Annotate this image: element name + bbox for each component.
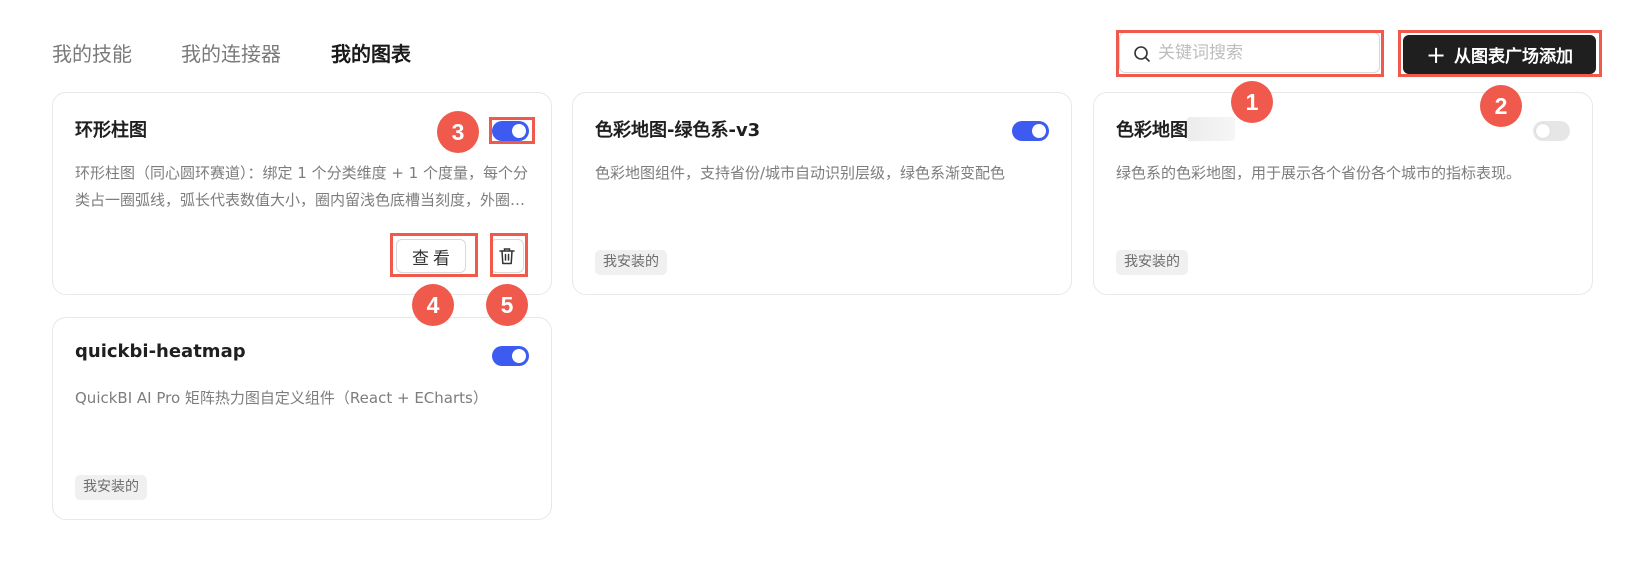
annotation-badge: 5 bbox=[486, 284, 528, 326]
toggle-knob bbox=[1032, 124, 1046, 138]
redacted-region bbox=[1187, 117, 1235, 141]
installed-tag: 我安装的 bbox=[75, 475, 147, 500]
annotation-badge: 2 bbox=[1480, 85, 1522, 127]
card-description: 环形柱图（同心圆环赛道）：绑定 1 个分类维度 + 1 个度量，每个分类占一圈弧… bbox=[75, 164, 528, 209]
plus-icon: + bbox=[1425, 40, 1447, 69]
card-title: 环形柱图 bbox=[75, 120, 147, 141]
card-description: 色彩地图组件，支持省份/城市自动识别层级，绿色系渐变配色 bbox=[595, 164, 1006, 182]
chart-card: quickbi-heatmap QuickBI AI Pro 矩阵热力图自定义组… bbox=[52, 317, 552, 520]
search-input[interactable] bbox=[1158, 33, 1368, 72]
annotation-badge: 3 bbox=[437, 111, 479, 153]
card-description: 绿色系的色彩地图，用于展示各个省份各个城市的指标表现。 bbox=[1116, 164, 1522, 182]
trash-icon bbox=[499, 248, 515, 265]
installed-tag: 我安装的 bbox=[1116, 250, 1188, 275]
card-title: quickbi-heatmap bbox=[75, 341, 246, 362]
delete-button[interactable] bbox=[490, 239, 524, 273]
card-title: 色彩地图- bbox=[1116, 120, 1196, 141]
enable-toggle[interactable] bbox=[492, 121, 529, 141]
search-icon bbox=[1134, 46, 1150, 62]
toggle-knob bbox=[1536, 124, 1550, 138]
enable-toggle[interactable] bbox=[1012, 121, 1049, 141]
card-description: QuickBI AI Pro 矩阵热力图自定义组件（React + EChart… bbox=[75, 389, 488, 407]
toggle-knob bbox=[512, 124, 526, 138]
add-from-gallery-button[interactable]: + 从图表广场添加 bbox=[1403, 35, 1596, 74]
annotation-badge: 4 bbox=[412, 284, 454, 326]
tab-my-skills[interactable]: 我的技能 bbox=[52, 38, 132, 67]
annotation-badge: 1 bbox=[1231, 81, 1273, 123]
tab-my-charts[interactable]: 我的图表 bbox=[331, 38, 411, 67]
enable-toggle[interactable] bbox=[1533, 121, 1570, 141]
chart-card: 色彩地图- 绿色系的色彩地图，用于展示各个省份各个城市的指标表现。 我安装的 bbox=[1093, 92, 1593, 295]
enable-toggle[interactable] bbox=[492, 346, 529, 366]
search-box[interactable] bbox=[1119, 32, 1380, 73]
tab-my-connectors[interactable]: 我的连接器 bbox=[181, 38, 281, 67]
add-from-gallery-label: 从图表广场添加 bbox=[1454, 47, 1574, 67]
card-title: 色彩地图-绿色系-v3 bbox=[595, 120, 761, 141]
toggle-knob bbox=[512, 349, 526, 363]
installed-tag: 我安装的 bbox=[595, 250, 667, 275]
view-button[interactable]: 查看 bbox=[396, 239, 466, 273]
chart-card: 色彩地图-绿色系-v3 色彩地图组件，支持省份/城市自动识别层级，绿色系渐变配色… bbox=[572, 92, 1072, 295]
